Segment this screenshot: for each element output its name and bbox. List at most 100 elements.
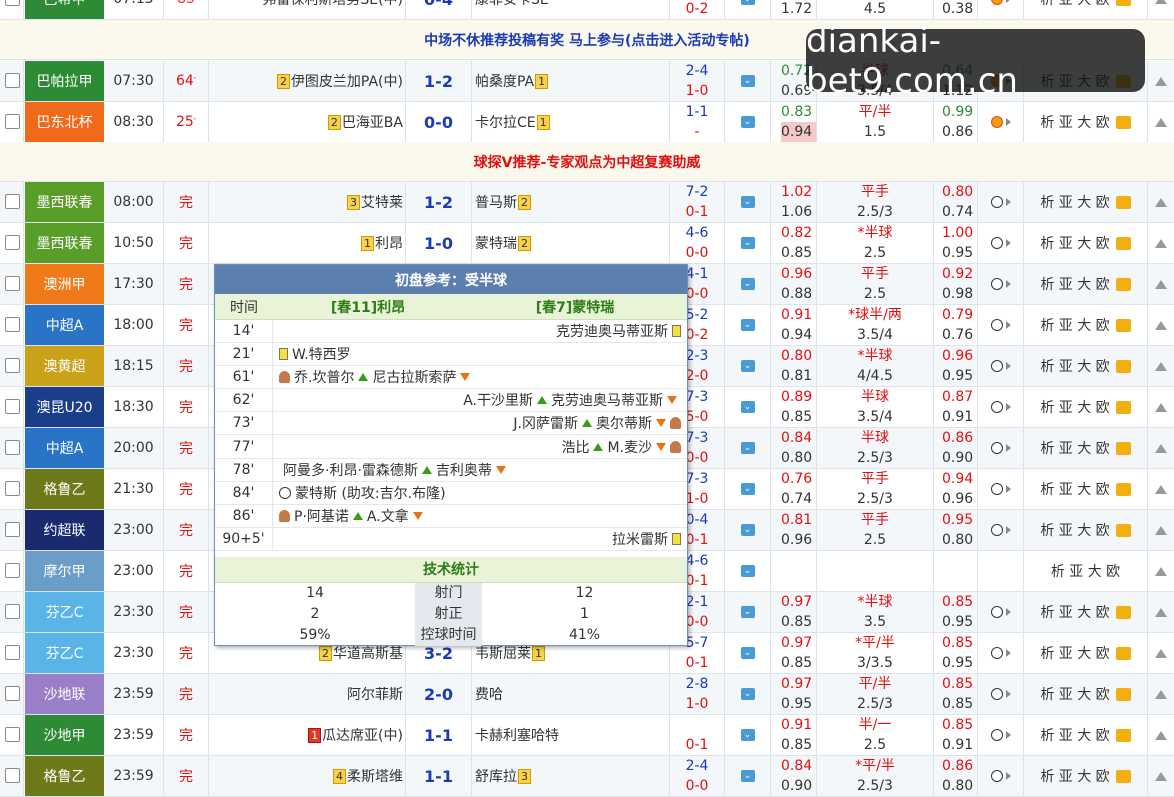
home-team[interactable]: 2 巴海亚BA <box>209 102 406 142</box>
match-row[interactable]: 墨西联春 08:00 完 3 艾特莱 1-2 普马斯 2 7-2 0-1 ⌄ 1.02 1.06 平手 2.… <box>0 182 1174 223</box>
pin-top-icon[interactable] <box>1148 0 1174 19</box>
score[interactable]: 0-0 <box>406 102 472 142</box>
lineup-icon[interactable] <box>1115 195 1131 209</box>
league-tag[interactable]: 巴帕拉甲 <box>25 61 104 101</box>
lineup-icon[interactable] <box>1115 728 1131 742</box>
expand-icon[interactable]: ⌄ <box>725 551 771 591</box>
league-tag[interactable]: 巴东北杯 <box>25 102 104 142</box>
expand-icon[interactable]: ⌄ <box>725 510 771 550</box>
pin-top-icon[interactable] <box>1148 264 1174 304</box>
lineup-icon[interactable] <box>1115 400 1131 414</box>
lineup-icon[interactable] <box>1115 441 1131 455</box>
row-checkbox[interactable] <box>0 0 24 19</box>
away-team[interactable]: 卡赫利塞哈特 <box>472 715 670 755</box>
expand-icon[interactable]: ⌄ <box>725 346 771 386</box>
lineup-icon[interactable] <box>1115 482 1131 496</box>
away-team[interactable]: 康菲安卡SE <box>472 0 670 19</box>
row-checkbox[interactable] <box>0 346 24 386</box>
promo-banner[interactable]: 球探V推荐-专家观点为中超复赛助威 <box>0 142 1174 182</box>
score[interactable]: 1-2 <box>406 182 472 222</box>
expand-icon[interactable]: ⌄ <box>725 592 771 632</box>
pin-top-icon[interactable] <box>1148 469 1174 509</box>
row-checkbox[interactable] <box>0 592 24 632</box>
home-team[interactable]: 阿尔菲斯 <box>209 674 406 714</box>
analysis-links[interactable]: 析 亚 大 欧 <box>1024 346 1148 386</box>
pin-top-icon[interactable] <box>1148 592 1174 632</box>
score[interactable]: 1-1 <box>406 715 472 755</box>
live-ball-icon[interactable] <box>978 102 1024 142</box>
analysis-links[interactable]: 析 亚 大 欧 <box>1024 633 1148 673</box>
home-team[interactable]: 2 伊图皮兰加PA(中) <box>209 61 406 101</box>
analysis-links[interactable]: 析 亚 大 欧 <box>1024 305 1148 345</box>
live-ball-icon[interactable] <box>978 387 1024 427</box>
pin-top-icon[interactable] <box>1148 102 1174 142</box>
live-ball-icon[interactable] <box>978 346 1024 386</box>
analysis-links[interactable]: 析 亚 大 欧 <box>1024 387 1148 427</box>
score[interactable]: 1-2 <box>406 61 472 101</box>
row-checkbox[interactable] <box>0 469 24 509</box>
row-checkbox[interactable] <box>0 61 24 101</box>
lineup-icon[interactable] <box>1115 523 1131 537</box>
row-checkbox[interactable] <box>0 182 24 222</box>
lineup-icon[interactable] <box>1115 318 1131 332</box>
live-ball-icon[interactable] <box>978 510 1024 550</box>
league-tag[interactable]: 摩尔甲 <box>25 551 104 591</box>
live-ball-icon[interactable] <box>978 428 1024 468</box>
analysis-links[interactable]: 析 亚 大 欧 <box>1024 0 1148 19</box>
analysis-links[interactable]: 析 亚 大 欧 <box>1024 469 1148 509</box>
league-tag[interactable]: 澳昆U20 <box>25 387 104 427</box>
score[interactable]: 1-1 <box>406 756 472 796</box>
expand-icon[interactable]: ⌄ <box>725 674 771 714</box>
live-ball-icon[interactable] <box>978 633 1024 673</box>
expand-icon[interactable]: ⌄ <box>725 61 771 101</box>
analysis-links[interactable]: 析 亚 大 欧 <box>1024 223 1148 263</box>
expand-icon[interactable]: ⌄ <box>725 469 771 509</box>
away-team[interactable]: 蒙特瑞 2 <box>472 223 670 263</box>
live-ball-icon[interactable] <box>978 756 1024 796</box>
row-checkbox[interactable] <box>0 305 24 345</box>
analysis-links[interactable]: 析 亚 大 欧 <box>1024 592 1148 632</box>
pin-top-icon[interactable] <box>1148 756 1174 796</box>
league-tag[interactable]: 格鲁乙 <box>25 756 104 796</box>
league-tag[interactable]: 芬乙C <box>25 592 104 632</box>
lineup-icon[interactable] <box>1115 687 1131 701</box>
home-team[interactable]: 弗雷保利斯塔势SE(中) <box>209 0 406 19</box>
league-tag[interactable]: 芬乙C <box>25 633 104 673</box>
score[interactable]: 1-0 <box>406 223 472 263</box>
row-checkbox[interactable] <box>0 756 24 796</box>
home-team[interactable]: 1 利昂 <box>209 223 406 263</box>
match-row[interactable]: 沙地联 23:59 完 阿尔菲斯 2-0 费哈 2-8 1-0 ⌄ 0.97 0.95 平/半 2.5/… <box>0 674 1174 715</box>
league-tag[interactable]: 格鲁乙 <box>25 469 104 509</box>
league-tag[interactable]: 中超A <box>25 305 104 345</box>
league-tag[interactable]: 约超联 <box>25 510 104 550</box>
lineup-icon[interactable] <box>1115 115 1131 129</box>
row-checkbox[interactable] <box>0 264 24 304</box>
pin-top-icon[interactable] <box>1148 633 1174 673</box>
expand-icon[interactable]: ⌄ <box>725 715 771 755</box>
pin-top-icon[interactable] <box>1148 182 1174 222</box>
row-checkbox[interactable] <box>0 510 24 550</box>
pin-top-icon[interactable] <box>1148 223 1174 263</box>
lineup-icon[interactable] <box>1115 277 1131 291</box>
away-team[interactable]: 普马斯 2 <box>472 182 670 222</box>
analysis-links[interactable]: 析 亚 大 欧 <box>1024 428 1148 468</box>
pin-top-icon[interactable] <box>1148 551 1174 591</box>
league-tag[interactable]: 澳黄超 <box>25 346 104 386</box>
live-ball-icon[interactable] <box>978 715 1024 755</box>
live-ball-icon[interactable] <box>978 674 1024 714</box>
expand-icon[interactable]: ⌄ <box>725 305 771 345</box>
away-team[interactable]: 舒库拉 3 <box>472 756 670 796</box>
live-ball-icon[interactable] <box>978 305 1024 345</box>
pin-top-icon[interactable] <box>1148 674 1174 714</box>
row-checkbox[interactable] <box>0 387 24 427</box>
match-row[interactable]: 墨西联春 10:50 完 1 利昂 1-0 蒙特瑞 2 4-6 0-0 ⌄ 0.82 0.85 *半球 2.… <box>0 223 1174 264</box>
live-ball-icon[interactable] <box>978 0 1024 19</box>
lineup-icon[interactable] <box>1115 646 1131 660</box>
league-tag[interactable]: 沙地联 <box>25 674 104 714</box>
home-team[interactable]: 4 柔斯塔维 <box>209 756 406 796</box>
live-ball-icon[interactable] <box>978 592 1024 632</box>
live-ball-icon[interactable] <box>978 223 1024 263</box>
expand-icon[interactable]: ⌄ <box>725 223 771 263</box>
away-team[interactable]: 帕桑度PA 1 <box>472 61 670 101</box>
row-checkbox[interactable] <box>0 551 24 591</box>
